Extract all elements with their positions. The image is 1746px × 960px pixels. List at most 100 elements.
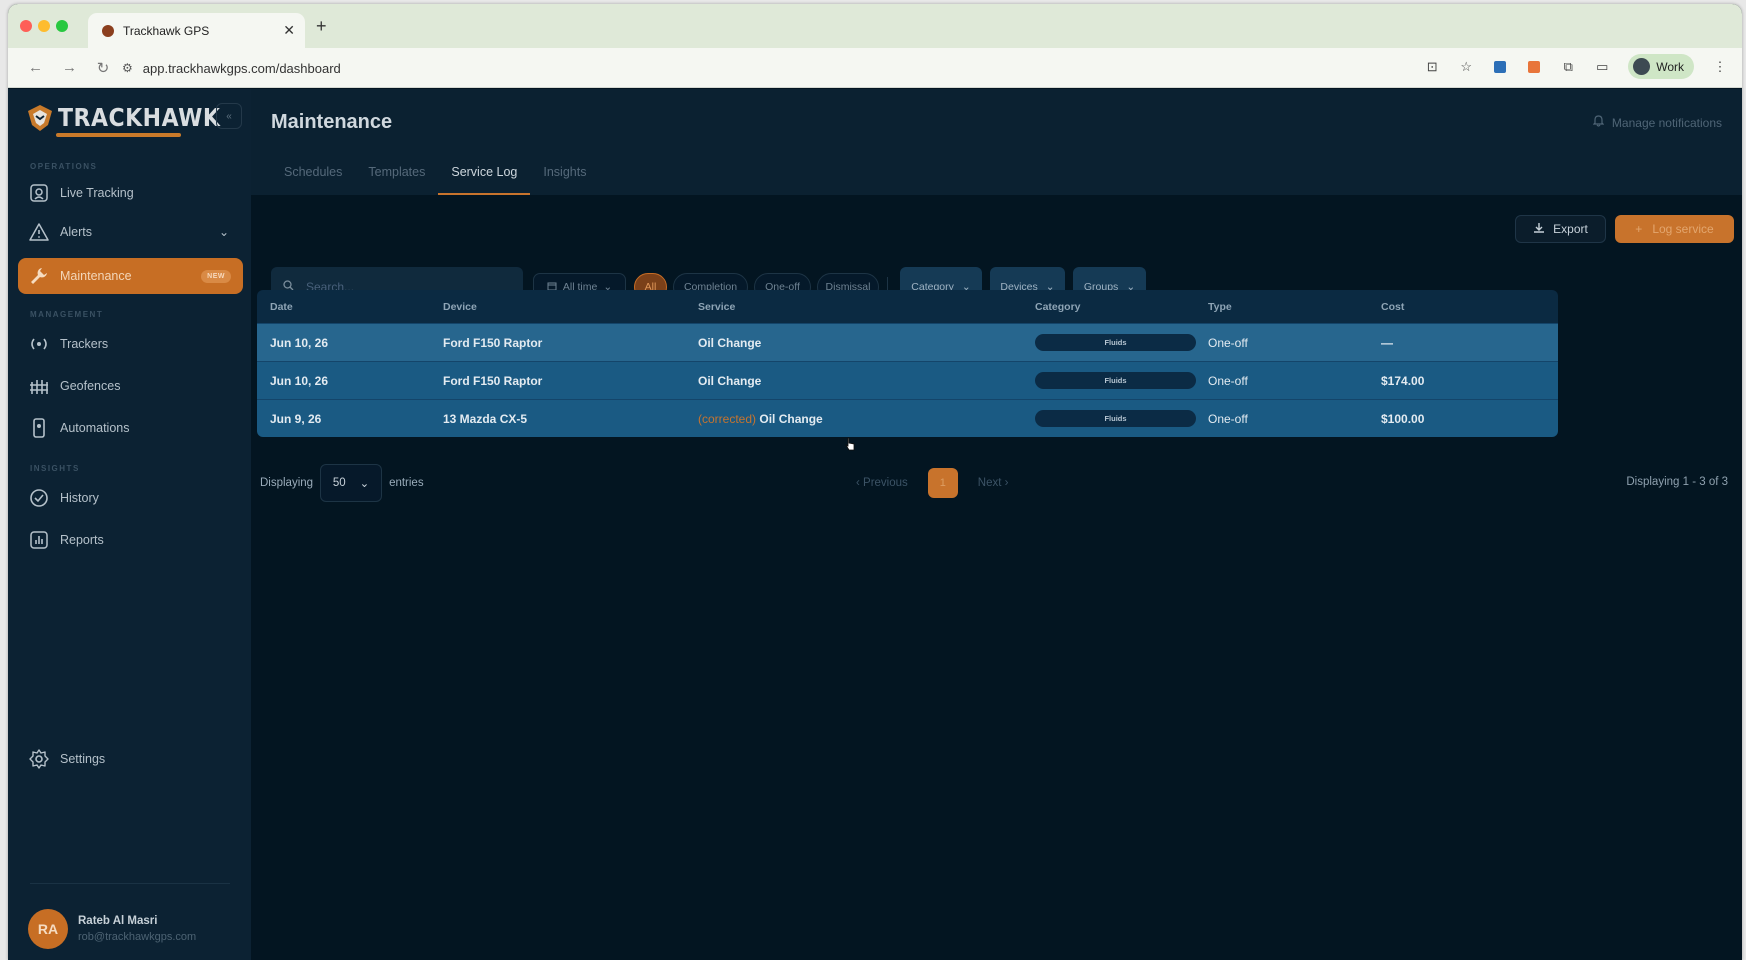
per-page-value: 50 <box>332 477 346 489</box>
column-header-type[interactable]: Type <box>1195 301 1368 313</box>
logo[interactable]: TRACKHAWK <box>26 103 220 137</box>
install-app-icon[interactable]: ⊡ <box>1424 59 1440 75</box>
sidebar-divider <box>30 883 230 884</box>
menu-kebab-icon[interactable]: ⋮ <box>1712 59 1728 75</box>
favicon-icon <box>102 24 114 37</box>
bookmark-star-icon[interactable]: ☆ <box>1458 59 1474 75</box>
cell-service: Oil Change <box>685 336 1022 350</box>
user-name: Rateb Al Masri <box>78 915 158 927</box>
browser-window: Trackhawk GPS ✕ + ← → ↻ ⚙ app.trackhawkg… <box>8 4 1742 960</box>
page-header: Maintenance Manage notifications Schedul… <box>251 89 1742 195</box>
logo-underline <box>56 133 181 137</box>
sidebar-item-trackers[interactable]: Trackers <box>18 326 243 362</box>
extension-orange-icon[interactable] <box>1526 59 1542 75</box>
close-tab-icon[interactable]: ✕ <box>283 22 295 39</box>
displaying-label: Displaying <box>260 477 314 489</box>
reload-icon[interactable]: ↻ <box>96 59 110 77</box>
cell-device: Ford F150 Raptor <box>443 373 543 388</box>
section-management: MANAGEMENT <box>30 310 104 319</box>
new-tab-button[interactable]: + <box>316 16 327 37</box>
column-header-cost[interactable]: Cost <box>1368 301 1558 313</box>
cell-date: Jun 10, 26 <box>270 335 329 350</box>
cell-date: Jun 10, 26 <box>270 373 329 388</box>
table-row[interactable]: Jun 10, 26 Ford F150 Raptor Oil Change F… <box>257 323 1558 361</box>
sidebar-item-reports[interactable]: Reports <box>18 522 243 558</box>
collapse-sidebar-button[interactable]: « <box>216 103 242 129</box>
tab-service-log[interactable]: Service Log <box>438 155 531 195</box>
device-icon <box>28 417 50 439</box>
wrench-icon <box>28 265 50 287</box>
sidebar-item-history[interactable]: History <box>18 480 243 516</box>
sidebar-item-geofences[interactable]: Geofences <box>18 368 243 404</box>
cell-service: Oil Change <box>685 374 1022 388</box>
address-bar[interactable]: ⚙ app.trackhawkgps.com/dashboard <box>122 55 1622 81</box>
tab-schedules[interactable]: Schedules <box>271 155 355 195</box>
back-icon[interactable]: ← <box>28 59 43 76</box>
close-window-button[interactable] <box>20 20 32 32</box>
mouse-cursor-icon <box>844 437 855 451</box>
sidebar-item-label: Reports <box>60 533 104 547</box>
cell-device: 13 Mazda CX-5 <box>443 411 528 426</box>
sidebar-item-automations[interactable]: Automations <box>18 410 243 446</box>
column-header-service[interactable]: Service <box>685 301 1022 313</box>
plus-icon: + <box>1635 222 1643 236</box>
cell-service: (corrected) Oil Change <box>685 412 1022 426</box>
cell-device: Ford F150 Raptor <box>443 335 543 350</box>
forward-icon[interactable]: → <box>62 59 77 76</box>
previous-label: Previous <box>863 477 908 489</box>
sidebar-item-label: Geofences <box>60 379 121 393</box>
section-operations: OPERATIONS <box>30 162 98 171</box>
profile-avatar <box>1633 58 1651 75</box>
per-page-select[interactable]: 50 ⌄ <box>320 464 383 502</box>
chevron-down-icon[interactable]: ⌄ <box>219 225 229 239</box>
corrected-tag: (corrected) <box>698 411 757 426</box>
next-button[interactable]: Next › <box>978 477 1009 489</box>
log-service-button[interactable]: + Log service <box>1615 215 1734 243</box>
page-button-current[interactable]: 1 <box>927 468 958 498</box>
user-profile[interactable]: RA Rateb Al Masri rob@trackhawkgps.com <box>28 909 196 949</box>
table-row[interactable]: Jun 9, 26 13 Mazda CX-5 (corrected) Oil … <box>257 399 1558 437</box>
url-text: app.trackhawkgps.com/dashboard <box>142 60 341 76</box>
map-pin-icon <box>28 182 50 204</box>
cell-service-text: Oil Change <box>698 373 762 388</box>
signal-icon <box>28 333 50 355</box>
sidebar-item-label: Live Tracking <box>60 186 134 200</box>
export-label: Export <box>1553 222 1588 236</box>
export-button[interactable]: Export <box>1515 215 1606 243</box>
maximize-window-button[interactable] <box>56 20 68 32</box>
category-badge: Fluids <box>1035 410 1196 427</box>
sidebar-item-live-tracking[interactable]: Live Tracking <box>18 175 243 211</box>
download-icon <box>1533 222 1545 237</box>
next-label: Next <box>977 477 1002 489</box>
cell-category: Fluids <box>1022 334 1196 351</box>
tab-insights[interactable]: Insights <box>530 155 599 195</box>
tabs: Schedules Templates Service Log Insights <box>271 155 599 195</box>
extensions-puzzle-icon[interactable]: ⧉ <box>1560 59 1576 75</box>
profile-button[interactable]: Work <box>1628 54 1694 79</box>
cell-cost: — <box>1381 335 1393 350</box>
browser-tabbar: Trackhawk GPS ✕ + <box>8 4 1742 48</box>
side-panel-icon[interactable]: ▭ <box>1594 59 1610 75</box>
sidebar-item-maintenance[interactable]: Maintenance NEW <box>18 258 243 294</box>
column-header-category[interactable]: Category <box>1022 301 1195 313</box>
column-header-device[interactable]: Device <box>430 301 685 313</box>
extension-blue-icon[interactable] <box>1492 59 1508 75</box>
tab-templates[interactable]: Templates <box>355 155 438 195</box>
previous-button[interactable]: ‹ Previous <box>856 477 908 489</box>
sidebar-item-settings[interactable]: Settings <box>18 741 243 777</box>
browser-tab[interactable]: Trackhawk GPS ✕ <box>88 13 305 48</box>
sidebar-item-alerts[interactable]: Alerts ⌄ <box>18 214 243 250</box>
pagination: ‹ Previous 1 Next › <box>856 468 1008 498</box>
site-settings-icon[interactable]: ⚙ <box>122 61 133 75</box>
column-header-date[interactable]: Date <box>257 301 430 313</box>
hawk-logo-icon <box>28 105 52 131</box>
minimize-window-button[interactable] <box>38 20 50 32</box>
cell-cost: $100.00 <box>1381 411 1425 426</box>
cell-service-text: Oil Change <box>698 335 762 350</box>
table-row[interactable]: Jun 10, 26 Ford F150 Raptor Oil Change F… <box>257 361 1558 399</box>
cell-date: Jun 9, 26 <box>270 411 322 426</box>
per-page-control: Displaying 50 ⌄ entries <box>260 464 424 502</box>
manage-notifications-link[interactable]: Manage notifications <box>1592 115 1722 130</box>
table-header: Date Device Service Category Type Cost <box>257 290 1558 323</box>
main-content: Maintenance Manage notifications Schedul… <box>251 89 1742 960</box>
